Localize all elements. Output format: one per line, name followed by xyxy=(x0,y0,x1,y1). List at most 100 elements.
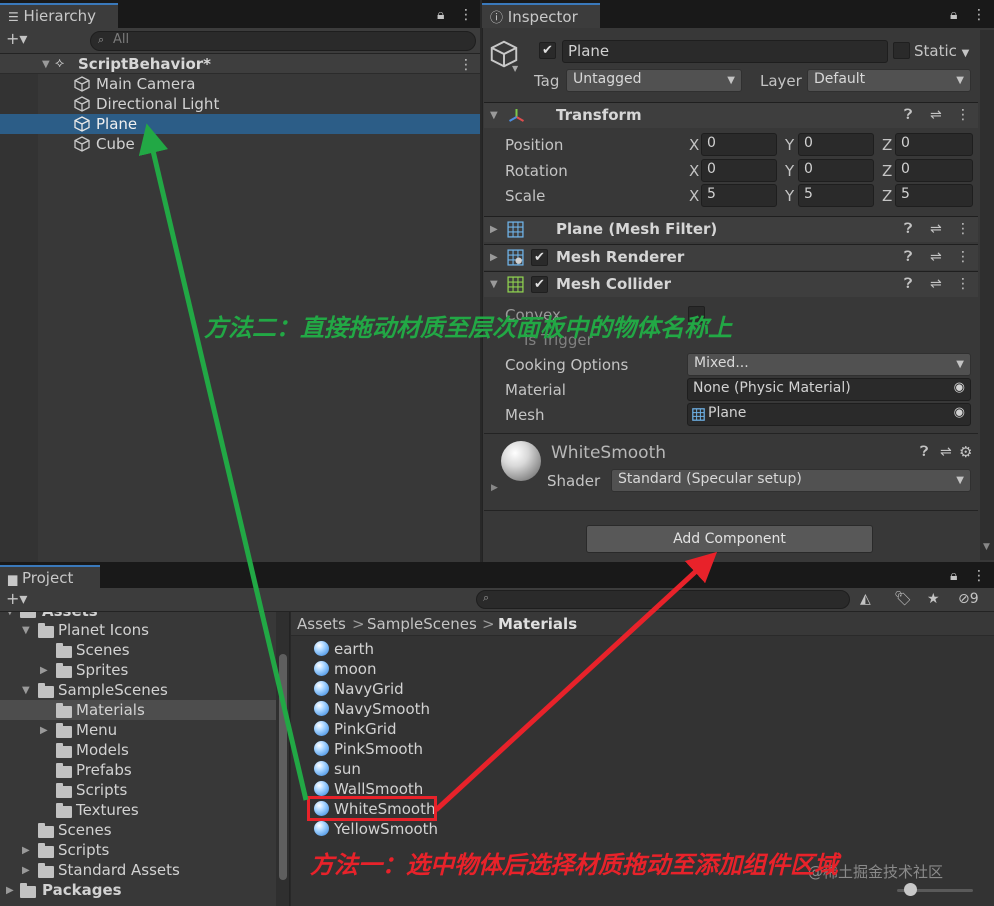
tree-item-materials[interactable]: Materials xyxy=(0,700,276,720)
layer-dropdown[interactable]: Default ▼ xyxy=(807,69,971,92)
breadcrumb-item-assets[interactable]: Assets xyxy=(297,615,346,633)
mesh-renderer-enabled-checkbox[interactable]: ✔ xyxy=(531,249,548,266)
expand-triangle-icon[interactable]: ▶ xyxy=(22,865,30,876)
hierarchy-item-plane[interactable]: Plane xyxy=(0,114,480,134)
collapse-triangle-icon[interactable]: ▼ xyxy=(22,625,30,636)
preset-icon[interactable]: ⇌ xyxy=(930,221,942,237)
tree-item-scripts[interactable]: Scripts xyxy=(0,780,276,800)
transform-header[interactable]: ▼ Transform ❓︎ ⇌ ⋮ xyxy=(484,102,978,128)
collapse-triangle-icon[interactable]: ▼ xyxy=(22,685,30,696)
position-z-field[interactable]: 0 xyxy=(895,133,973,156)
mesh-collider-header[interactable]: ▼ ✔ Mesh Collider ❓︎ ⇌ ⋮ xyxy=(484,271,978,297)
active-checkbox[interactable]: ✔ xyxy=(539,42,556,59)
label-tag-icon[interactable]: 🏷︎ xyxy=(894,591,912,607)
position-x-field[interactable]: 0 xyxy=(701,133,777,156)
tree-item-textures[interactable]: Textures xyxy=(0,800,276,820)
help-icon[interactable]: ❓︎ xyxy=(904,276,912,292)
tree-item-samplescenes[interactable]: ▼ SampleScenes xyxy=(0,680,276,700)
expand-triangle-icon[interactable]: ▶ xyxy=(490,224,498,235)
scale-x-field[interactable]: 5 xyxy=(701,184,777,207)
rotation-y-field[interactable]: 0 xyxy=(798,159,874,182)
collapse-triangle-icon[interactable]: ▼ xyxy=(490,110,498,121)
tree-item-planet-icons[interactable]: ▼ Planet Icons xyxy=(0,620,276,640)
collapse-triangle-icon[interactable]: ▼ xyxy=(6,612,14,617)
component-menu-icon[interactable]: ⋮ xyxy=(956,249,970,265)
object-picker-icon[interactable]: ◉ xyxy=(954,380,965,395)
preset-icon[interactable]: ⇌ xyxy=(930,276,942,292)
project-search-input[interactable]: ⌕ xyxy=(476,590,850,609)
tab-hierarchy[interactable]: ☰ Hierarchy xyxy=(0,3,118,28)
tree-item-prefabs[interactable]: Prefabs xyxy=(0,760,276,780)
scrollbar-thumb[interactable] xyxy=(279,654,287,880)
preset-icon[interactable]: ⇌ xyxy=(930,107,942,123)
rotation-z-field[interactable]: 0 xyxy=(895,159,973,182)
create-dropdown-button[interactable]: +▾ xyxy=(6,31,27,47)
mesh-filter-header[interactable]: ▶ Plane (Mesh Filter) ❓︎ ⇌ ⋮ xyxy=(484,216,978,242)
more-menu-icon[interactable]: ⋮ xyxy=(459,7,473,23)
tree-item-models[interactable]: Models xyxy=(0,740,276,760)
object-name-field[interactable]: Plane xyxy=(562,40,888,63)
static-checkbox[interactable] xyxy=(893,42,910,59)
help-icon[interactable]: ❓︎ xyxy=(904,107,912,123)
expand-triangle-icon[interactable]: ▶ xyxy=(40,665,48,676)
position-y-field[interactable]: 0 xyxy=(798,133,874,156)
tree-item-scenes-root[interactable]: Scenes xyxy=(0,820,276,840)
mesh-renderer-header[interactable]: ▶ ✔ Mesh Renderer ❓︎ ⇌ ⋮ xyxy=(484,244,978,270)
scene-menu-icon[interactable]: ⋮ xyxy=(459,57,473,73)
expand-triangle-icon[interactable]: ▶ xyxy=(22,845,30,856)
gear-icon[interactable]: ⚙ xyxy=(959,443,972,461)
tree-item-packages[interactable]: ▶ Packages xyxy=(0,880,276,900)
scale-y-field[interactable]: 5 xyxy=(798,184,874,207)
preset-icon[interactable]: ⇌ xyxy=(940,444,952,460)
tree-item-sprites[interactable]: ▶ Sprites xyxy=(0,660,276,680)
object-picker-icon[interactable]: ◉ xyxy=(954,405,965,420)
tree-item-menu[interactable]: ▶ Menu xyxy=(0,720,276,740)
tree-scrollbar[interactable] xyxy=(276,612,289,906)
tag-dropdown[interactable]: Untagged ▼ xyxy=(566,69,742,92)
collapse-triangle-icon[interactable]: ▼ xyxy=(490,279,498,290)
expand-triangle-icon[interactable]: ▶ xyxy=(6,885,14,896)
breadcrumb-item-samplescenes[interactable]: SampleScenes xyxy=(367,615,477,633)
hierarchy-item-directional-light[interactable]: Directional Light xyxy=(0,94,480,114)
more-menu-icon[interactable]: ⋮ xyxy=(972,568,986,584)
component-menu-icon[interactable]: ⋮ xyxy=(956,107,970,123)
breadcrumb-item-materials[interactable]: Materials xyxy=(498,615,577,633)
add-component-button[interactable]: Add Component xyxy=(586,525,873,553)
tree-item-standard-assets[interactable]: ▶ Standard Assets xyxy=(0,860,276,880)
filter-by-type-icon[interactable]: ◭ xyxy=(860,591,871,607)
expand-triangle-icon[interactable]: ▼ xyxy=(42,59,50,70)
mesh-collider-enabled-checkbox[interactable]: ✔ xyxy=(531,276,548,293)
rotation-x-field[interactable]: 0 xyxy=(701,159,777,182)
more-menu-icon[interactable]: ⋮ xyxy=(972,7,986,23)
tab-inspector[interactable]: ⓘ Inspector xyxy=(482,3,600,28)
help-icon[interactable]: ❓︎ xyxy=(920,444,928,460)
collider-material-field[interactable]: None (Physic Material) ◉ xyxy=(687,378,971,401)
static-dropdown[interactable]: Static ▼ xyxy=(914,42,969,60)
component-menu-icon[interactable]: ⋮ xyxy=(956,276,970,292)
lock-icon[interactable]: 🔒︎ xyxy=(437,7,444,23)
hierarchy-search-input[interactable]: ⌕ All xyxy=(90,31,476,51)
icon-size-slider-thumb[interactable] xyxy=(904,883,917,896)
scene-row[interactable] xyxy=(0,54,480,74)
icon-dropdown-caret-icon[interactable]: ▼ xyxy=(512,64,518,73)
tree-item-scripts-root[interactable]: ▶ Scripts xyxy=(0,840,276,860)
tree-item-scenes[interactable]: Scenes xyxy=(0,640,276,660)
hidden-packages-icon[interactable]: ⊘9 xyxy=(958,591,979,607)
hierarchy-item-main-camera[interactable]: Main Camera xyxy=(0,74,480,94)
expand-triangle-icon[interactable]: ▶ xyxy=(40,725,48,736)
scroll-down-icon[interactable]: ▼ xyxy=(983,542,990,552)
lock-icon[interactable]: 🔒︎ xyxy=(950,568,957,584)
help-icon[interactable]: ❓︎ xyxy=(904,221,912,237)
shader-dropdown[interactable]: Standard (Specular setup) ▼ xyxy=(611,469,971,492)
create-dropdown-button[interactable]: +▾ xyxy=(6,591,27,607)
cooking-options-dropdown[interactable]: Mixed... ▼ xyxy=(687,353,971,376)
help-icon[interactable]: ❓︎ xyxy=(904,249,912,265)
favorite-star-icon[interactable]: ★ xyxy=(927,591,940,607)
collider-mesh-field[interactable]: Plane ◉ xyxy=(687,403,971,426)
hierarchy-item-cube[interactable]: Cube xyxy=(0,134,480,154)
expand-triangle-icon[interactable]: ▶ xyxy=(490,252,498,263)
lock-icon[interactable]: 🔒︎ xyxy=(950,7,957,23)
tab-project[interactable]: ▆ Project xyxy=(0,565,100,590)
component-menu-icon[interactable]: ⋮ xyxy=(956,221,970,237)
scale-z-field[interactable]: 5 xyxy=(895,184,973,207)
